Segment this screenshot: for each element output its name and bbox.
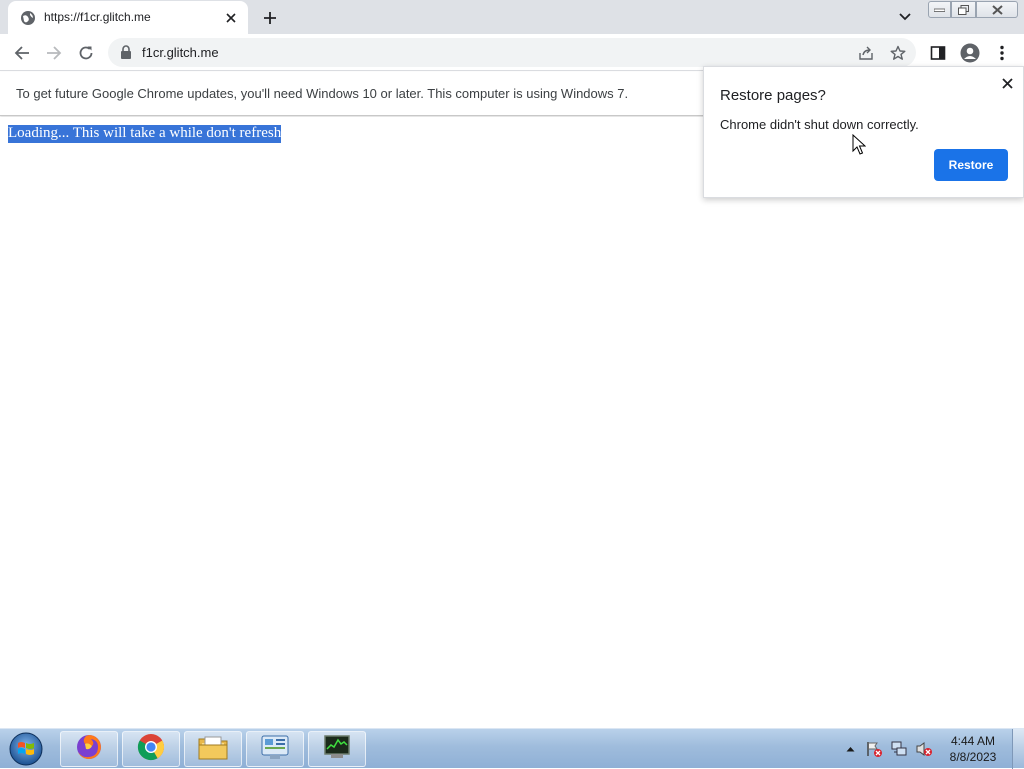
start-button[interactable]	[4, 730, 48, 768]
tab-strip: https://f1cr.glitch.me	[0, 0, 1024, 34]
profile-avatar-icon[interactable]	[958, 41, 982, 65]
menu-kebab-icon[interactable]	[990, 41, 1014, 65]
globe-icon	[20, 10, 36, 26]
infobar-message: To get future Google Chrome updates, you…	[16, 86, 629, 101]
tab-close-icon[interactable]	[222, 9, 240, 27]
system-clock[interactable]: 4:44 AM 8/8/2023	[944, 733, 1002, 765]
control-panel-icon	[260, 733, 290, 766]
show-hidden-icons-arrow-icon[interactable]	[843, 742, 857, 756]
file-explorer-icon	[197, 733, 229, 766]
action-center-flag-icon[interactable]	[865, 740, 883, 758]
dialog-title: Restore pages?	[720, 87, 826, 104]
taskbar: 4:44 AM 8/8/2023	[0, 728, 1024, 769]
restore-pages-dialog: Restore pages? Chrome didn't shut down c…	[703, 66, 1024, 198]
restore-button[interactable]: Restore	[934, 149, 1008, 181]
close-icon[interactable]	[998, 74, 1016, 92]
browser-tab[interactable]: https://f1cr.glitch.me	[8, 1, 248, 34]
taskbar-file-explorer[interactable]	[184, 731, 242, 767]
reload-icon[interactable]	[74, 41, 98, 65]
bookmark-star-icon[interactable]	[888, 43, 908, 63]
dialog-message: Chrome didn't shut down correctly.	[720, 117, 919, 132]
taskbar-chrome[interactable]	[122, 731, 180, 767]
new-tab-icon[interactable]	[260, 8, 280, 28]
forward-icon[interactable]	[42, 41, 66, 65]
taskbar-task-manager[interactable]	[308, 731, 366, 767]
chrome-icon	[136, 732, 166, 767]
address-bar[interactable]: f1cr.glitch.me	[108, 38, 916, 67]
window-minimize-button[interactable]	[928, 1, 951, 18]
volume-muted-icon[interactable]	[915, 740, 933, 758]
network-icon[interactable]	[890, 740, 908, 758]
tab-title: https://f1cr.glitch.me	[44, 10, 151, 24]
window-close-button[interactable]	[976, 1, 1018, 18]
share-icon[interactable]	[856, 43, 876, 63]
page-content: Loading... This will take a while don't …	[0, 117, 1024, 728]
back-icon[interactable]	[10, 41, 34, 65]
clock-date: 8/8/2023	[949, 750, 997, 764]
taskbar-firefox[interactable]	[60, 731, 118, 767]
mouse-cursor-icon	[852, 133, 867, 156]
lock-icon[interactable]	[120, 45, 134, 59]
clock-time: 4:44 AM	[950, 734, 996, 748]
firefox-icon	[74, 732, 104, 767]
window-restore-button[interactable]	[951, 1, 976, 18]
chevron-down-icon[interactable]	[896, 8, 914, 26]
show-desktop-button[interactable]	[1012, 729, 1024, 769]
side-panel-icon[interactable]	[926, 41, 950, 65]
task-manager-icon	[322, 733, 352, 766]
loading-message: Loading... This will take a while don't …	[8, 125, 282, 143]
taskbar-control-panel[interactable]	[246, 731, 304, 767]
url-text[interactable]: f1cr.glitch.me	[142, 45, 219, 60]
